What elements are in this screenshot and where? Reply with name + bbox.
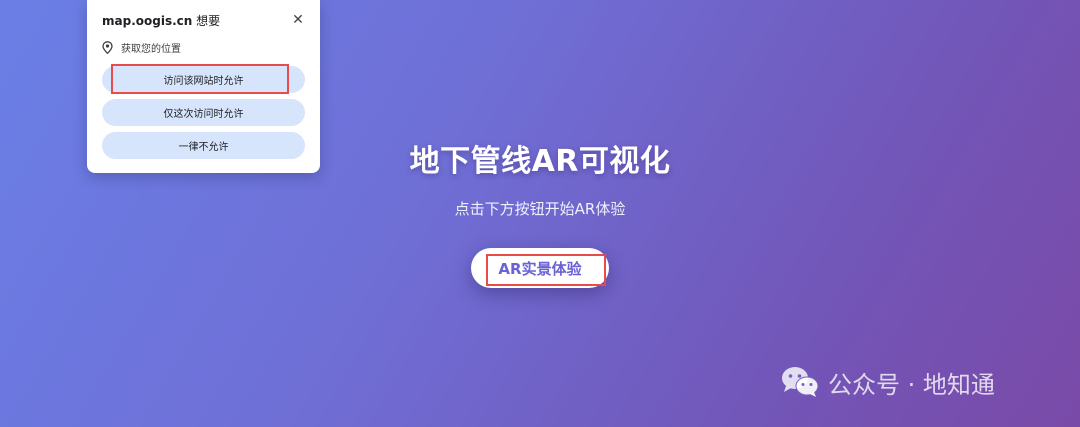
allow-this-time-button[interactable]: 仅这次访问时允许 xyxy=(102,99,305,126)
allow-while-visiting-button[interactable]: 访问该网站时允许 xyxy=(102,66,305,93)
popup-permission-label: 获取您的位置 xyxy=(121,43,181,55)
location-permission-popup: map.oogis.cn 想要 ✕ 获取您的位置 访问该网站时允许 仅这次访问时… xyxy=(87,0,320,173)
popup-site-wants: 想要 xyxy=(196,13,221,28)
close-icon[interactable]: ✕ xyxy=(290,12,306,28)
ar-experience-button[interactable]: AR实景体验 xyxy=(471,248,609,288)
location-pin-icon xyxy=(102,40,113,54)
popup-header: map.oogis.cn 想要 ✕ xyxy=(102,11,306,29)
page-background: 地下管线AR可视化 点击下方按钮开始AR体验 AR实景体验 map.oogis.… xyxy=(0,0,1080,427)
popup-site-domain: map.oogis.cn xyxy=(102,13,193,28)
popup-site-text: map.oogis.cn 想要 xyxy=(102,12,220,29)
wechat-icon xyxy=(780,365,820,399)
never-allow-button[interactable]: 一律不允许 xyxy=(102,132,305,159)
watermark: 公众号 · 地知通 xyxy=(780,364,995,400)
watermark-text: 公众号 · 地知通 xyxy=(828,370,995,399)
popup-permission-row: 获取您的位置 xyxy=(102,40,181,55)
page-subtitle: 点击下方按钮开始AR体验 xyxy=(454,200,626,218)
